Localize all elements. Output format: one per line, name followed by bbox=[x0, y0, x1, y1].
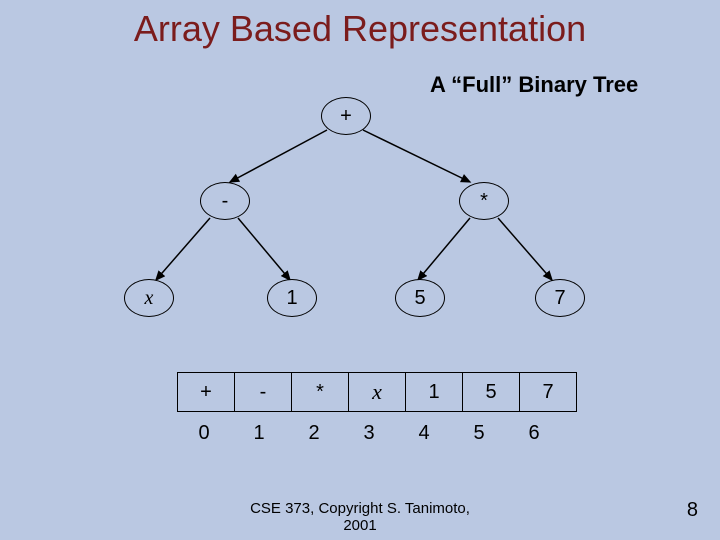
page-number: 8 bbox=[687, 499, 698, 522]
slide-title: Array Based Representation bbox=[0, 8, 720, 50]
array-table: + - * x 1 5 7 bbox=[177, 372, 577, 412]
tree-node-root: + bbox=[321, 97, 371, 135]
array-index: 2 bbox=[287, 422, 341, 445]
tree-node-rl: 5 bbox=[395, 279, 445, 317]
tree-node-rr: 7 bbox=[535, 279, 585, 317]
array-cell: - bbox=[235, 373, 292, 412]
array-index: 0 bbox=[177, 422, 231, 445]
array-index: 6 bbox=[507, 422, 561, 445]
array-cell: 5 bbox=[463, 373, 520, 412]
footer: CSE 373, Copyright S. Tanimoto, 2001 bbox=[0, 500, 720, 534]
tree-node-ll: x bbox=[124, 279, 174, 317]
array-index: 5 bbox=[452, 422, 506, 445]
array-index: 3 bbox=[342, 422, 396, 445]
footer-line1: CSE 373, Copyright S. Tanimoto, bbox=[250, 500, 470, 517]
array-index: 1 bbox=[232, 422, 286, 445]
array-cell: * bbox=[292, 373, 349, 412]
array-index: 4 bbox=[397, 422, 451, 445]
array-cell: + bbox=[178, 373, 235, 412]
tree-node-lr: 1 bbox=[267, 279, 317, 317]
footer-line2: 2001 bbox=[343, 517, 376, 534]
array-cell: x bbox=[349, 373, 406, 412]
tree-node-right: * bbox=[459, 182, 509, 220]
array-cell: 7 bbox=[520, 373, 577, 412]
array-cell: 1 bbox=[406, 373, 463, 412]
tree-node-left: - bbox=[200, 182, 250, 220]
slide-subtitle: A “Full” Binary Tree bbox=[430, 72, 638, 98]
